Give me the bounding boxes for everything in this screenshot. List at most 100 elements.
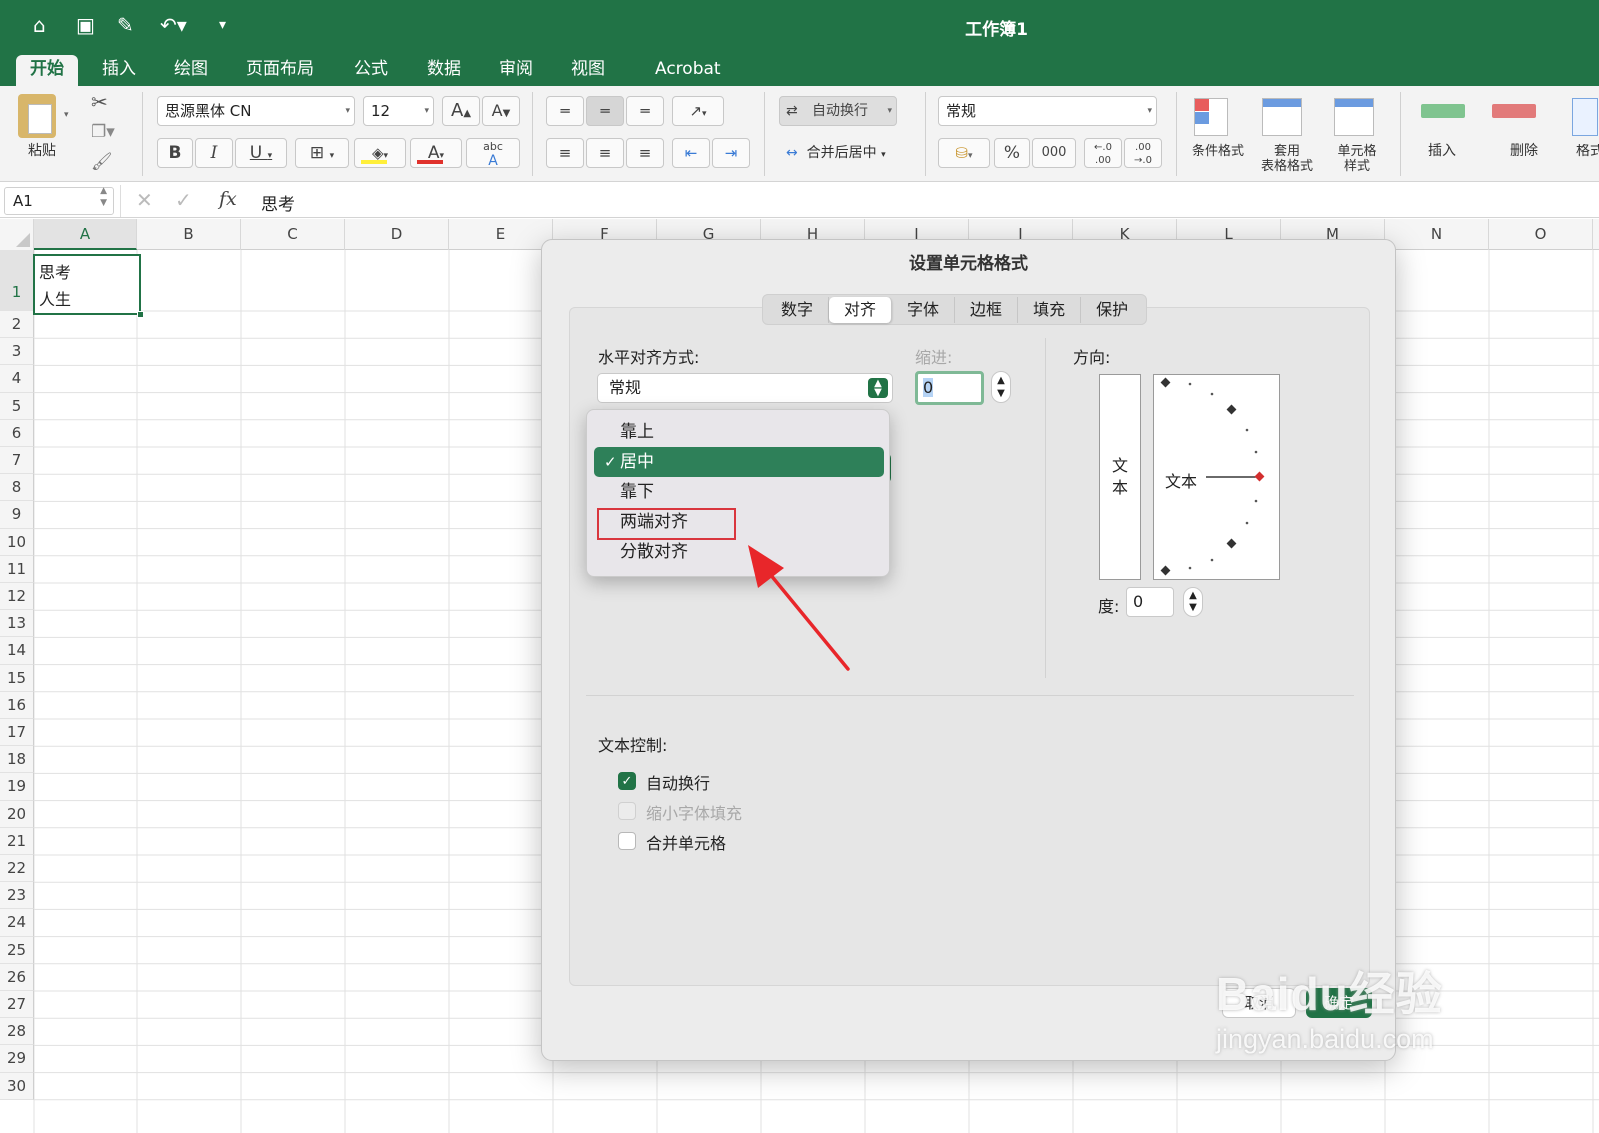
option-center[interactable]: ✓ 居中 bbox=[594, 447, 884, 477]
insert-cells-icon[interactable] bbox=[1421, 104, 1465, 118]
wrap-text-checkbox[interactable]: ✓ bbox=[618, 772, 636, 790]
col-header-n[interactable]: N bbox=[1385, 219, 1489, 250]
format-cells-icon[interactable] bbox=[1572, 98, 1598, 136]
tab-draw[interactable]: 绘图 bbox=[160, 55, 222, 86]
decrease-font-button[interactable]: A▼ bbox=[482, 96, 520, 126]
row-header-25[interactable]: 25 bbox=[0, 936, 34, 964]
row-header-2[interactable]: 2 bbox=[0, 311, 34, 339]
tab-insert[interactable]: 插入 bbox=[88, 55, 150, 86]
row-header-28[interactable]: 28 bbox=[0, 1018, 34, 1046]
tab-protection[interactable]: 保护 bbox=[1081, 297, 1143, 323]
cell-styles-icon[interactable] bbox=[1334, 98, 1374, 136]
fill-color-button[interactable]: ◈▾ bbox=[354, 138, 406, 168]
row-header-26[interactable]: 26 bbox=[0, 963, 34, 991]
percent-button[interactable]: % bbox=[994, 138, 1030, 168]
tab-number[interactable]: 数字 bbox=[766, 296, 830, 323]
tab-font[interactable]: 字体 bbox=[892, 296, 956, 323]
row-header-13[interactable]: 13 bbox=[0, 610, 34, 638]
increase-decimal-button[interactable]: ←.0.00 bbox=[1084, 138, 1122, 168]
row-header-11[interactable]: 11 bbox=[0, 555, 34, 583]
align-right-button[interactable]: ≡ bbox=[626, 138, 664, 168]
row-header-20[interactable]: 20 bbox=[0, 800, 34, 828]
font-color-button[interactable]: A▾ bbox=[410, 138, 462, 168]
row-header-12[interactable]: 12 bbox=[0, 583, 34, 611]
orientation-button[interactable]: ↗▾ bbox=[672, 96, 724, 126]
col-header-c[interactable]: C bbox=[241, 219, 345, 250]
vertical-text-box[interactable]: 文本 bbox=[1099, 374, 1141, 580]
delete-cells-icon[interactable] bbox=[1492, 104, 1536, 118]
col-header-o[interactable]: O bbox=[1489, 219, 1593, 250]
paste-icon[interactable] bbox=[18, 94, 56, 138]
row-header-24[interactable]: 24 bbox=[0, 909, 34, 937]
format-painter-icon[interactable]: 🖌 bbox=[91, 152, 113, 172]
orientation-dial[interactable]: 文本 bbox=[1153, 374, 1280, 580]
row-header-19[interactable]: 19 bbox=[0, 773, 34, 801]
row-header-15[interactable]: 15 bbox=[0, 664, 34, 692]
row-header-4[interactable]: 4 bbox=[0, 365, 34, 393]
paste-dropdown-icon[interactable]: ▾ bbox=[64, 110, 69, 120]
tab-fill[interactable]: 填充 bbox=[1018, 296, 1082, 323]
merge-cells-checkbox[interactable] bbox=[618, 832, 636, 850]
row-header-21[interactable]: 21 bbox=[0, 827, 34, 855]
align-center-button[interactable]: ≡ bbox=[586, 138, 624, 168]
row-header-23[interactable]: 23 bbox=[0, 882, 34, 910]
option-top[interactable]: 靠上 bbox=[594, 417, 884, 447]
row-header-22[interactable]: 22 bbox=[0, 855, 34, 883]
tab-home[interactable]: 开始 bbox=[16, 55, 78, 86]
cut-icon[interactable]: ✂ bbox=[91, 90, 108, 114]
comma-button[interactable]: 000 bbox=[1032, 138, 1076, 168]
formula-input[interactable]: 思考 bbox=[261, 190, 295, 215]
phonetic-button[interactable]: abc A bbox=[466, 138, 520, 168]
tab-page-layout[interactable]: 页面布局 bbox=[232, 55, 328, 86]
borders-button[interactable]: ⊞ ▾ bbox=[295, 138, 349, 168]
select-all-corner[interactable] bbox=[0, 219, 34, 250]
option-bottom[interactable]: 靠下 bbox=[594, 477, 884, 507]
insert-function-icon[interactable]: fx bbox=[219, 188, 237, 210]
row-header-7[interactable]: 7 bbox=[0, 447, 34, 475]
row-header-29[interactable]: 29 bbox=[0, 1045, 34, 1073]
row-header-18[interactable]: 18 bbox=[0, 746, 34, 774]
row-header-27[interactable]: 27 bbox=[0, 991, 34, 1019]
decrease-decimal-button[interactable]: .00 →.0 bbox=[1124, 138, 1162, 168]
cell-a1[interactable]: 思考 人生 bbox=[33, 254, 144, 318]
tab-view[interactable]: 视图 bbox=[557, 55, 619, 86]
row-header-6[interactable]: 6 bbox=[0, 419, 34, 447]
degrees-stepper[interactable]: ▲ ▼ bbox=[1183, 587, 1203, 617]
bold-button[interactable]: B bbox=[157, 138, 193, 168]
col-header-e[interactable]: E bbox=[449, 219, 553, 250]
increase-font-button[interactable]: A▲ bbox=[442, 96, 480, 126]
tab-border[interactable]: 边框 bbox=[955, 296, 1019, 323]
row-header-1[interactable]: 1 bbox=[0, 250, 34, 311]
cancel-edit-icon[interactable]: ✕ bbox=[136, 188, 153, 212]
accounting-button[interactable]: ⛁▾ bbox=[938, 138, 990, 168]
col-header-d[interactable]: D bbox=[345, 219, 449, 250]
wrap-text-button[interactable]: ⇄ 自动换行 ▾ bbox=[779, 96, 897, 126]
italic-button[interactable]: I bbox=[195, 138, 233, 168]
tab-formulas[interactable]: 公式 bbox=[340, 55, 402, 86]
horizontal-align-select[interactable]: 常规 ▲ ▼ bbox=[597, 373, 893, 403]
row-header-16[interactable]: 16 bbox=[0, 691, 34, 719]
align-middle-button[interactable]: ═ bbox=[586, 96, 624, 126]
decrease-indent-button[interactable]: ⇤ bbox=[672, 138, 710, 168]
conditional-format-icon[interactable] bbox=[1194, 98, 1228, 136]
fill-handle[interactable] bbox=[137, 311, 144, 318]
col-header-a[interactable]: A bbox=[34, 219, 137, 250]
align-bottom-button[interactable]: ═ bbox=[626, 96, 664, 126]
row-header-14[interactable]: 14 bbox=[0, 637, 34, 665]
underline-button[interactable]: U ▾ bbox=[235, 138, 287, 168]
font-name-select[interactable]: 思源黑体 CN ▾ bbox=[157, 96, 355, 126]
name-box[interactable]: A1 ▲ ▼ bbox=[4, 186, 114, 215]
row-header-10[interactable]: 10 bbox=[0, 528, 34, 556]
row-header-5[interactable]: 5 bbox=[0, 392, 34, 420]
font-size-select[interactable]: 12 ▾ bbox=[363, 96, 434, 126]
tab-data[interactable]: 数据 bbox=[413, 55, 475, 86]
indent-stepper[interactable]: ▲ ▼ bbox=[991, 371, 1011, 403]
row-header-8[interactable]: 8 bbox=[0, 474, 34, 502]
row-header-3[interactable]: 3 bbox=[0, 338, 34, 366]
format-as-table-icon[interactable] bbox=[1262, 98, 1302, 136]
align-left-button[interactable]: ≡ bbox=[546, 138, 584, 168]
col-header-b[interactable]: B bbox=[137, 219, 241, 250]
copy-icon[interactable]: ❐▾ bbox=[91, 122, 115, 142]
degrees-input[interactable]: 0 bbox=[1126, 587, 1174, 617]
confirm-edit-icon[interactable]: ✓ bbox=[175, 188, 192, 212]
